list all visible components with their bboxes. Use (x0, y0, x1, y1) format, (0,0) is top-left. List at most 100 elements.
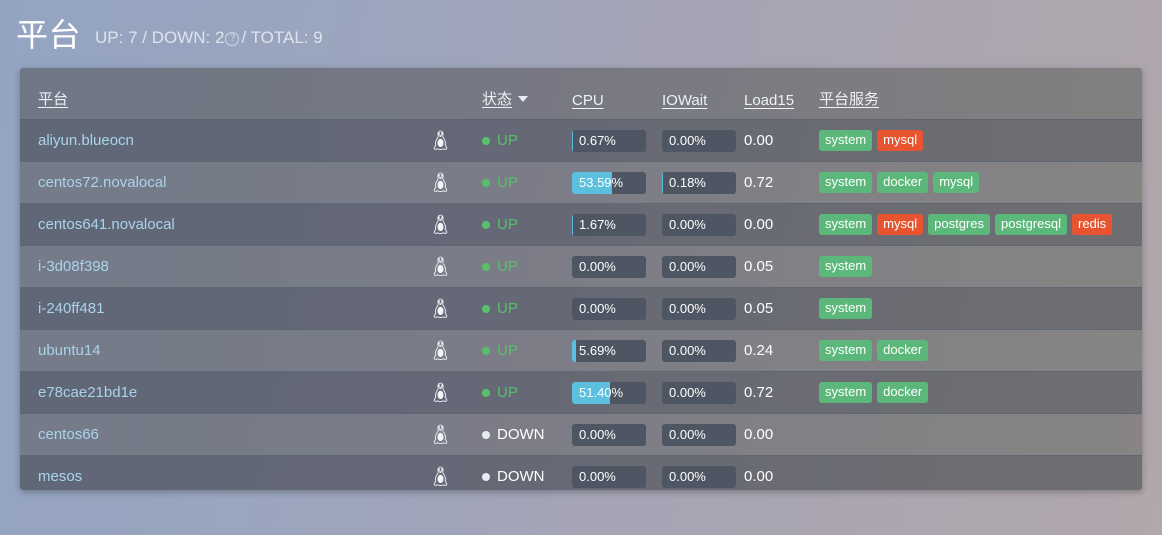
hosts-table: 平台 状态 CPU IOWait Load15 平台服务 aliyun.blue… (20, 68, 1142, 490)
service-tag[interactable]: system (819, 256, 873, 277)
cell-state: DOWN (482, 455, 572, 490)
column-header-iowait[interactable]: IOWait (662, 68, 744, 120)
service-tag[interactable]: mysql (933, 172, 980, 193)
host-link[interactable]: mesos (38, 468, 82, 485)
host-link[interactable]: i-240ff481 (38, 300, 104, 317)
cell-os (430, 119, 482, 162)
iowait-value: 0.00% (669, 426, 706, 442)
cell-cpu: 0.00% (572, 287, 662, 330)
service-tag[interactable]: system (819, 382, 873, 403)
service-tag[interactable]: docker (877, 172, 929, 193)
cpu-value: 0.00% (579, 258, 616, 274)
tux-icon (433, 130, 448, 151)
service-tag[interactable]: redis (1071, 214, 1113, 235)
host-link[interactable]: e78cae21bd1e (38, 384, 137, 401)
cell-load15: 0.72 (744, 371, 819, 414)
service-tag[interactable]: docker (877, 382, 929, 403)
cell-os (430, 371, 482, 414)
cell-cpu: 0.00% (572, 455, 662, 490)
service-tag[interactable]: system (819, 172, 873, 193)
cell-services (819, 455, 1142, 490)
table-row[interactable]: ubuntu14 UP 5.69% 0.00% 0.24 system dock… (20, 329, 1142, 372)
load15-value: 0.00 (744, 468, 774, 485)
service-tag-list: system docker (819, 340, 1142, 361)
cell-load15: 0.00 (744, 413, 819, 456)
load15-value: 0.00 (744, 216, 774, 233)
cpu-progress-bar: 0.00% (572, 297, 646, 320)
table-row[interactable]: aliyun.blueocn UP 0.67% 0.00% 0.00 syste… (20, 119, 1142, 162)
load15-value: 0.00 (744, 132, 774, 149)
column-header-host[interactable]: 平台 (20, 68, 430, 120)
service-tag-list: system mysql (819, 130, 1142, 151)
load15-value: 0.00 (744, 426, 774, 443)
table-row[interactable]: e78cae21bd1e UP 51.40% 0.00% 0.72 system… (20, 371, 1142, 414)
cell-os (430, 245, 482, 288)
table-row[interactable]: mesos DOWN 0.00% 0.00% 0.00 (20, 455, 1142, 490)
iowait-value: 0.00% (669, 300, 706, 316)
host-link[interactable]: centos641.novalocal (38, 216, 175, 233)
load15-value: 0.72 (744, 384, 774, 401)
cell-os (430, 287, 482, 330)
cpu-progress-bar: 5.69% (572, 339, 646, 362)
iowait-value: 0.00% (669, 216, 706, 232)
service-tag[interactable]: docker (877, 340, 929, 361)
service-tag[interactable]: system (819, 130, 873, 151)
status-label: UP (497, 216, 518, 233)
status-label: UP (497, 384, 518, 401)
column-header-services[interactable]: 平台服务 (819, 68, 1142, 120)
column-header-cpu[interactable]: CPU (572, 68, 662, 120)
cell-load15: 0.24 (744, 329, 819, 372)
service-tag[interactable]: mysql (877, 214, 924, 235)
host-link[interactable]: i-3d08f398 (38, 258, 109, 275)
column-header-cpu-label: CPU (572, 92, 604, 109)
service-tag-list: system docker mysql (819, 172, 1142, 193)
cell-services: system docker (819, 329, 1142, 372)
status-dot-icon (482, 430, 490, 439)
cpu-progress-bar: 1.67% (572, 213, 646, 236)
status-dot-icon (482, 304, 490, 313)
table-row[interactable]: centos641.novalocal UP 1.67% 0.00% 0.00 … (20, 203, 1142, 246)
tux-icon (433, 382, 448, 403)
table-row[interactable]: i-240ff481 UP 0.00% 0.00% 0.05 system (20, 287, 1142, 330)
load15-value: 0.72 (744, 174, 774, 191)
cell-iowait: 0.00% (662, 413, 744, 456)
status-badge: UP (482, 132, 572, 149)
status-dot-icon (482, 388, 490, 397)
host-link[interactable]: centos72.novalocal (38, 174, 166, 191)
service-tag[interactable]: system (819, 214, 873, 235)
service-tag[interactable]: postgres (928, 214, 990, 235)
cell-os (430, 161, 482, 204)
column-header-iowait-label: IOWait (662, 92, 708, 109)
cell-state: UP (482, 287, 572, 330)
help-icon[interactable]: ? (225, 32, 240, 46)
iowait-progress-bar: 0.00% (662, 297, 736, 320)
cpu-progress-bar: 0.00% (572, 255, 646, 278)
tux-icon (433, 298, 448, 319)
column-header-state[interactable]: 状态 (482, 68, 572, 120)
service-tag[interactable]: system (819, 298, 873, 319)
table-row[interactable]: centos66 DOWN 0.00% 0.00% 0.00 (20, 413, 1142, 456)
host-link[interactable]: centos66 (38, 426, 99, 443)
table-header-row: 平台 状态 CPU IOWait Load15 平台服务 (20, 68, 1142, 120)
tux-icon (433, 424, 448, 445)
tux-icon (433, 466, 448, 487)
column-header-load15[interactable]: Load15 (744, 68, 819, 120)
column-header-load15-label: Load15 (744, 92, 795, 109)
service-tag[interactable]: postgresql (995, 214, 1067, 235)
service-tag[interactable]: mysql (877, 130, 924, 151)
table-row[interactable]: i-3d08f398 UP 0.00% 0.00% 0.05 system (20, 245, 1142, 288)
cpu-value: 51.40% (579, 384, 624, 400)
cell-iowait: 0.00% (662, 455, 744, 490)
host-link[interactable]: aliyun.blueocn (38, 132, 134, 149)
status-badge: UP (482, 258, 572, 275)
load15-value: 0.05 (744, 300, 774, 317)
cell-state: UP (482, 161, 572, 204)
cell-host: mesos (20, 455, 430, 490)
host-link[interactable]: ubuntu14 (38, 342, 101, 359)
service-tag-list: system (819, 256, 1142, 277)
table-header: 平台 状态 CPU IOWait Load15 平台服务 (20, 68, 1142, 120)
cpu-value: 1.67% (579, 216, 616, 232)
status-summary: UP: 7 / DOWN: 2 ? / TOTAL: 9 (95, 20, 323, 48)
table-row[interactable]: centos72.novalocal UP 53.59% 0.18% 0.72 … (20, 161, 1142, 204)
service-tag[interactable]: system (819, 340, 873, 361)
